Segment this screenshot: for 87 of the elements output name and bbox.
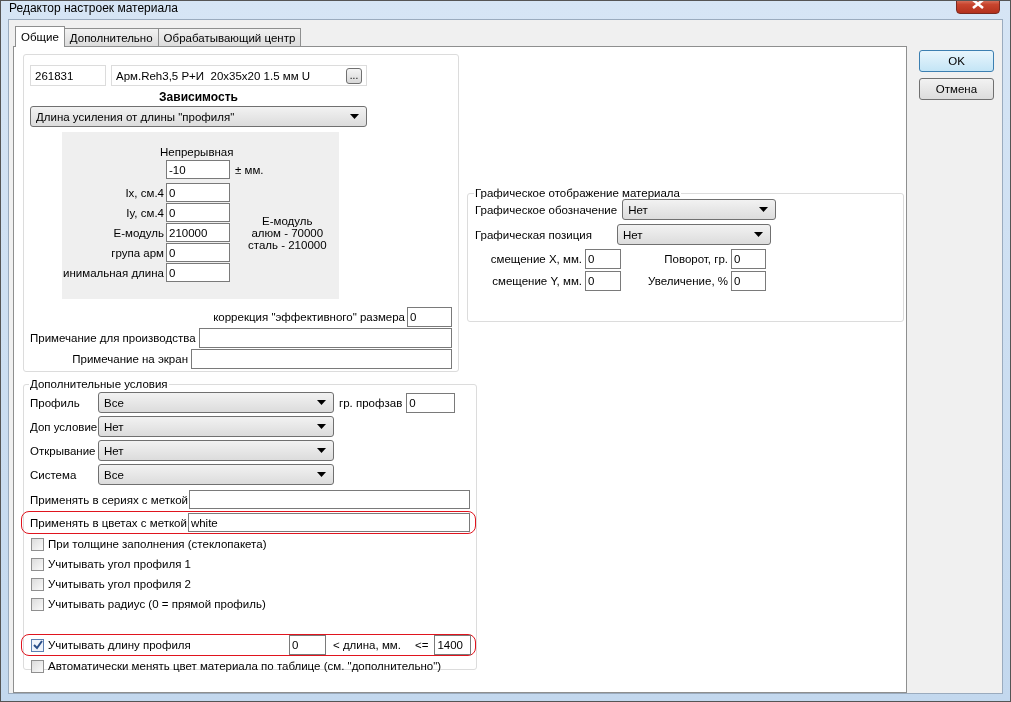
checkbox-label: Автоматически менять цвет материала по таблице (см. "дополнительно") [48,660,442,672]
field-label: Доп условие [30,420,96,433]
field-label: гр. профзав [339,396,403,409]
condition-select[interactable]: Нет [98,440,334,461]
field-label: Профиль [30,396,81,409]
section-title: Зависимость [158,90,239,104]
caret-icon [754,232,763,237]
caret-icon [759,207,769,212]
field-label: Открывание [30,444,96,457]
field-label: Поворот, гр. [663,253,728,265]
field-label: коррекция "эффективного" размера [213,311,405,323]
field-label: Система [30,468,78,481]
name-text: Арм.Reh3,5 P+И 20x35x20 1.5 мм U [116,69,311,82]
field-label: Увеличение, % [647,275,728,287]
field-label: <= [415,639,429,651]
field-label: Графическая позиция [475,228,593,241]
hint-text: алюм - 70000 [251,226,324,239]
graphics-select[interactable]: Нет [622,199,777,220]
checkbox-label: Учитывать длину профиля [48,639,192,651]
caret-icon [317,424,326,429]
offset-field[interactable]: 0 [585,249,621,269]
caret-icon [317,400,326,405]
dialog-button[interactable]: Отмена [919,78,994,100]
max-length-field[interactable]: 1400 [434,635,472,655]
note-field[interactable] [198,328,452,348]
field-label: инимальная длина [63,266,164,279]
browse-button[interactable]: ... [346,67,362,84]
group-title: Графическое отображение материала [474,187,681,199]
hint-text: Е-модуль [262,214,313,227]
condition-select[interactable]: Нет [98,416,334,437]
field-label: < длина, мм. [333,639,402,651]
parameter-field[interactable]: 0 [166,183,230,202]
parameter-field[interactable]: 0 [166,263,230,282]
condition-select[interactable]: Все [98,464,334,485]
field-label: смещение Y, мм. [491,275,582,287]
note-field[interactable] [191,349,452,369]
parameter-field[interactable]: 0 [166,203,230,222]
close-icon [971,1,985,9]
field-label: Применять в цветах с меткой [30,516,187,529]
checkbox[interactable] [31,638,44,652]
caret-icon [317,472,326,477]
checkbox[interactable] [31,577,44,591]
group-title: Дополнительные условия [29,378,169,390]
condition-select[interactable]: Все [98,392,334,413]
dialog-button[interactable]: OK [919,50,994,72]
field-label: Iy, см.4 [126,206,164,219]
tag-field[interactable]: white [187,513,471,532]
field-label: група арм [111,246,164,259]
checkbox-label: Учитывать радиус (0 = прямой профиль) [48,598,266,610]
graphics-select[interactable]: Нет [617,224,771,245]
parameter-field[interactable]: 0 [166,243,230,262]
checkbox[interactable] [31,537,44,551]
field-label: Примечание для производства [30,332,196,344]
checkbox[interactable] [31,659,44,673]
checkbox[interactable] [31,557,44,571]
dependency-select[interactable]: Длина усиления от длины "профиля" [30,106,367,127]
parameter-field[interactable]: 210000 [166,223,230,242]
checkbox-label: Учитывать угол профиля 2 [48,578,191,590]
checkbox-label: При толщине заполнения (стеклопакета) [48,538,267,550]
checkbox-label: Учитывать угол профиля 1 [48,558,191,570]
min-length-field[interactable]: 0 [289,635,326,655]
field-label: Е-модуль [113,226,164,239]
checkbox[interactable] [31,597,44,611]
caret-icon [317,448,326,453]
field-label: Графическое обозначение [475,203,618,216]
checkmark-icon [32,640,43,650]
code-field[interactable]: 261831 [30,65,106,86]
transform-field[interactable]: 0 [731,271,766,291]
offset-field[interactable]: 0 [585,271,621,291]
mode-label: Непрерывная [159,146,235,158]
hint-text: сталь - 210000 [248,238,327,251]
tab[interactable]: Общие [15,26,65,47]
window-title: Редактор настроек материала [9,1,178,15]
field-label: Примечание на экран [72,353,188,365]
field-label: Применять в сериях с меткой [30,493,188,506]
tab[interactable]: Обрабатывающий центр [157,28,302,46]
tag-field[interactable] [189,490,471,509]
unit-label: ± мм. [235,163,264,176]
group-field[interactable]: 0 [406,392,456,413]
caret-icon [350,114,359,119]
field-label: смещение X, мм. [489,253,582,265]
tolerance-field[interactable]: -10 [166,160,230,179]
transform-field[interactable]: 0 [731,249,766,269]
field-label: Ix, см.4 [125,186,164,199]
tab[interactable]: Дополнительно [63,28,159,46]
correction-field[interactable]: 0 [407,307,452,327]
name-field[interactable]: Арм.Reh3,5 P+И 20x35x20 1.5 мм U ... [111,65,367,86]
